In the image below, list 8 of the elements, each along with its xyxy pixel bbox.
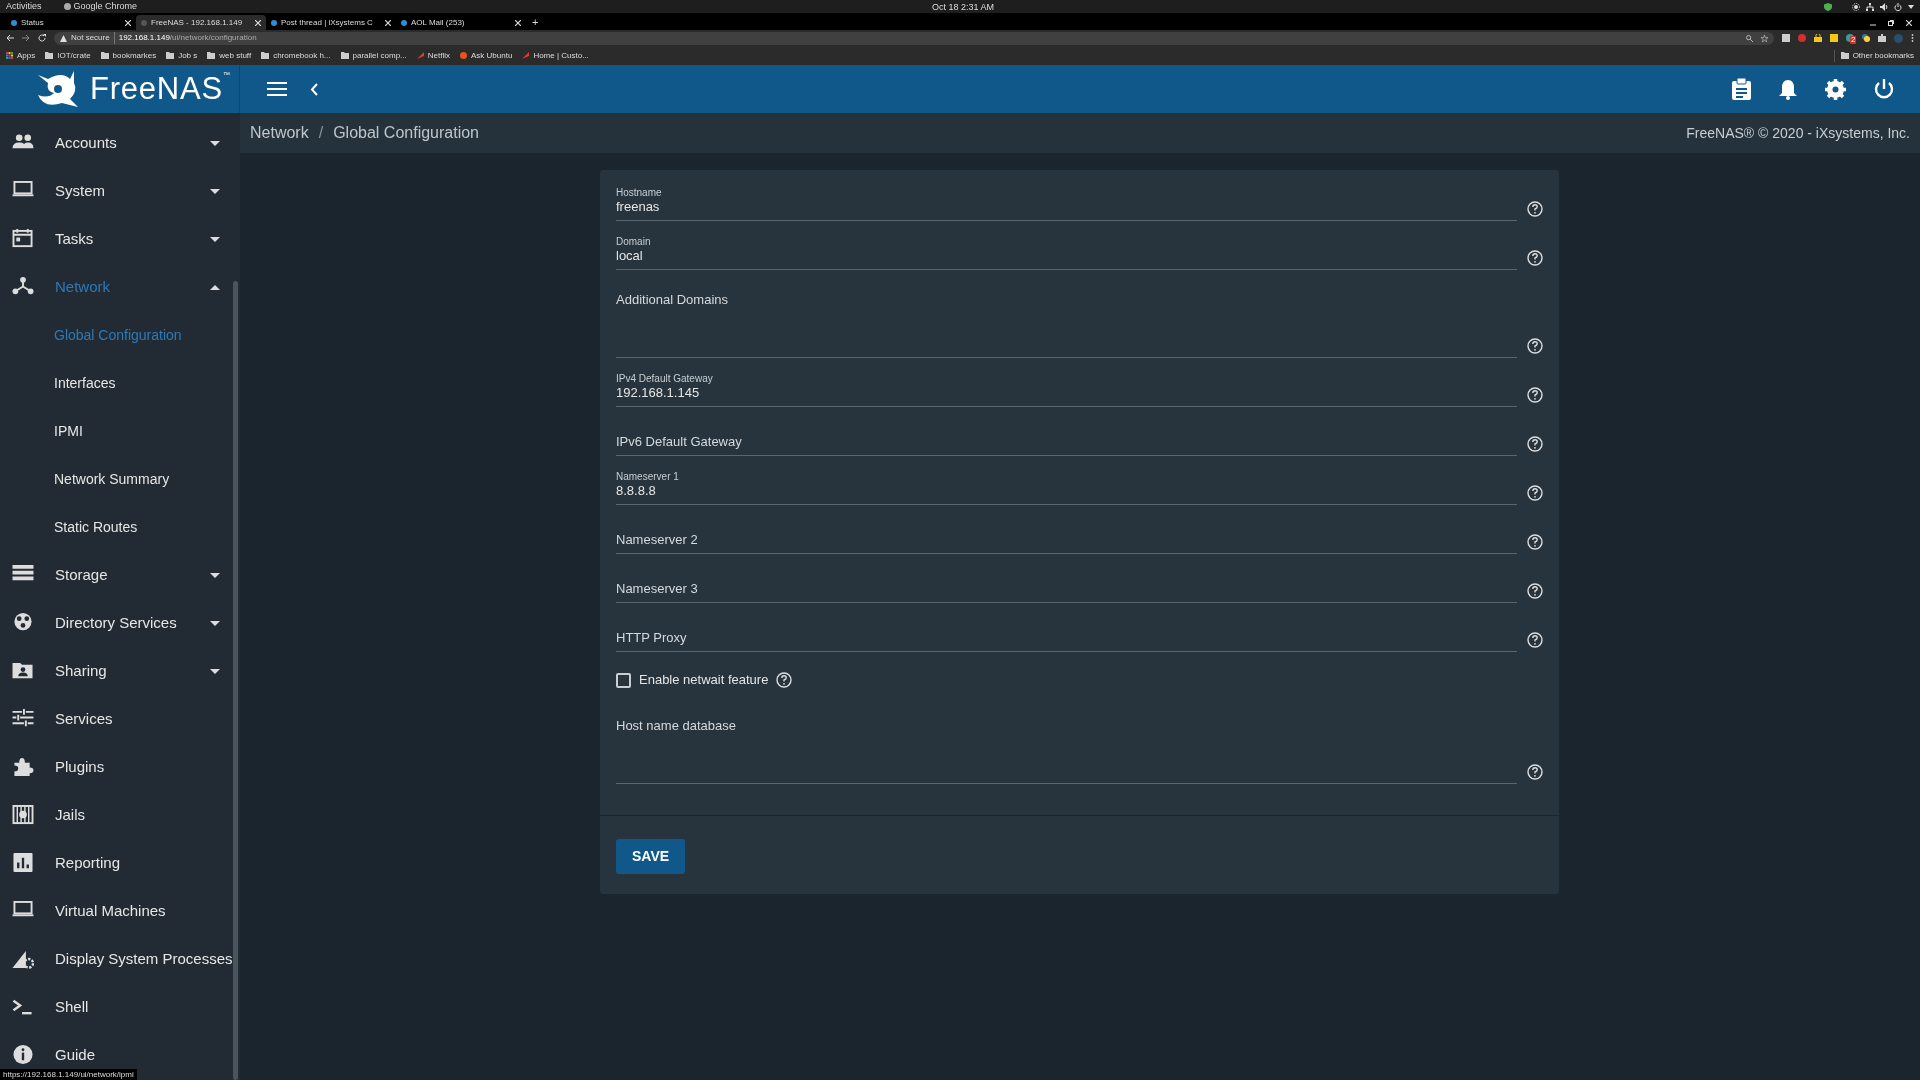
notification-badge: 2: [1850, 36, 1857, 44]
copyright-text: FreeNAS® © 2020 - iXsystems, Inc.: [1686, 123, 1910, 143]
breadcrumb-separator: /: [318, 123, 324, 143]
checkbox-label: Enable netwait feature: [639, 671, 769, 690]
url-text: 192.168.1.149/ui/network/configuration: [118, 32, 257, 44]
security-label: Not secure: [71, 32, 115, 44]
link-status-tooltip: https://192.168.1.149/ui/network/ipmi: [0, 1069, 137, 1080]
clock: Oct 18 2:31 AM: [932, 1, 995, 14]
